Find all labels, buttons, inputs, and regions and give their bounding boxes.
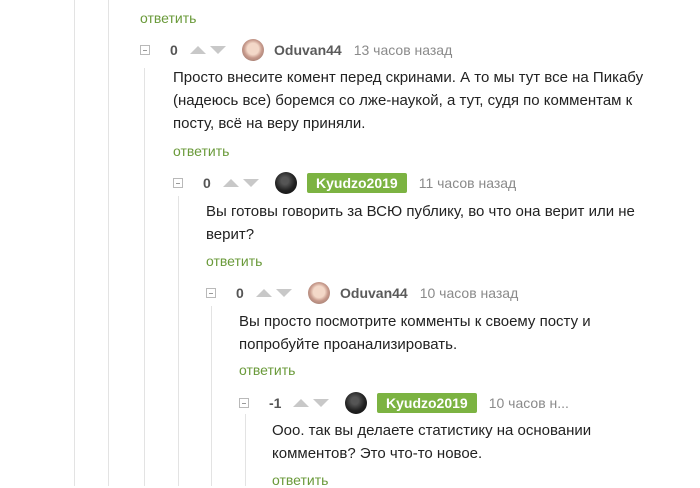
- thread-line: [178, 196, 179, 486]
- reply-link[interactable]: ответить: [173, 143, 229, 159]
- comment-text-line: Вы готовы говорить за ВСЮ публику, во чт…: [206, 203, 635, 220]
- comment-time[interactable]: 13 часов назад: [354, 42, 453, 58]
- comment-rating: 0: [236, 285, 244, 301]
- collapse-toggle[interactable]: [206, 288, 216, 298]
- comment-text: Вы готовы говорить за ВСЮ публику, во чт…: [206, 200, 635, 246]
- comment-time[interactable]: 10 часов назад: [420, 285, 519, 301]
- thread-line: [144, 68, 145, 486]
- comment-time[interactable]: 10 часов н...: [489, 395, 569, 411]
- thread-line: [108, 0, 109, 486]
- comment-text-line: (надеюсь все) боремся со лже-наукой, а т…: [173, 92, 633, 109]
- comment-text-line: комментов? Это что-то новое.: [272, 445, 483, 462]
- comment-text: Просто внесите комент перед скринами. А …: [173, 66, 643, 135]
- comment-header: 0 Oduvan44 13 часов назад: [140, 38, 452, 62]
- downvote-icon[interactable]: [243, 179, 259, 187]
- collapse-toggle[interactable]: [140, 45, 150, 55]
- thread-line: [211, 306, 212, 486]
- comment-text-line: верит?: [206, 226, 255, 243]
- comment-rating: 0: [170, 42, 178, 58]
- comment-text-line: Ооо. так вы делаете статистику на основа…: [272, 422, 592, 439]
- downvote-icon[interactable]: [210, 46, 226, 54]
- comment-header: -1 Kyudzo2019 10 часов н...: [239, 391, 569, 415]
- comment-header: 0 Kyudzo2019 11 часов назад: [173, 171, 516, 195]
- upvote-icon[interactable]: [293, 399, 309, 407]
- author-name[interactable]: Oduvan44: [340, 285, 408, 301]
- downvote-icon[interactable]: [313, 399, 329, 407]
- comment-text-line: Просто внесите комент перед скринами. А …: [173, 69, 644, 86]
- thread-line: [245, 414, 246, 486]
- collapse-toggle[interactable]: [173, 178, 183, 188]
- reply-link[interactable]: ответить: [140, 10, 196, 26]
- comment-header: 0 Oduvan44 10 часов назад: [206, 281, 518, 305]
- author-badge[interactable]: Kyudzo2019: [307, 173, 407, 193]
- comment-text: Вы просто посмотрите комменты к своему п…: [239, 310, 591, 356]
- comment-text-line: попробуйте проанализировать.: [239, 336, 458, 353]
- comment-rating: -1: [269, 395, 282, 411]
- reply-link[interactable]: ответить: [239, 362, 295, 378]
- avatar[interactable]: [275, 172, 297, 194]
- comment-text-line: Вы просто посмотрите комменты к своему п…: [239, 313, 591, 330]
- author-badge[interactable]: Kyudzo2019: [377, 393, 477, 413]
- comment-rating: 0: [203, 175, 211, 191]
- avatar[interactable]: [308, 282, 330, 304]
- upvote-icon[interactable]: [256, 289, 272, 297]
- author-name[interactable]: Oduvan44: [274, 42, 342, 58]
- avatar[interactable]: [345, 392, 367, 414]
- avatar[interactable]: [242, 39, 264, 61]
- upvote-icon[interactable]: [223, 179, 239, 187]
- downvote-icon[interactable]: [276, 289, 292, 297]
- collapse-toggle[interactable]: [239, 398, 249, 408]
- thread-line: [74, 0, 75, 486]
- comment-text-line: посту, всё на веру приняли.: [173, 115, 366, 132]
- upvote-icon[interactable]: [190, 46, 206, 54]
- comment-text: Ооо. так вы делаете статистику на основа…: [272, 419, 591, 465]
- reply-link[interactable]: ответить: [206, 253, 262, 269]
- comment-time[interactable]: 11 часов назад: [419, 175, 517, 191]
